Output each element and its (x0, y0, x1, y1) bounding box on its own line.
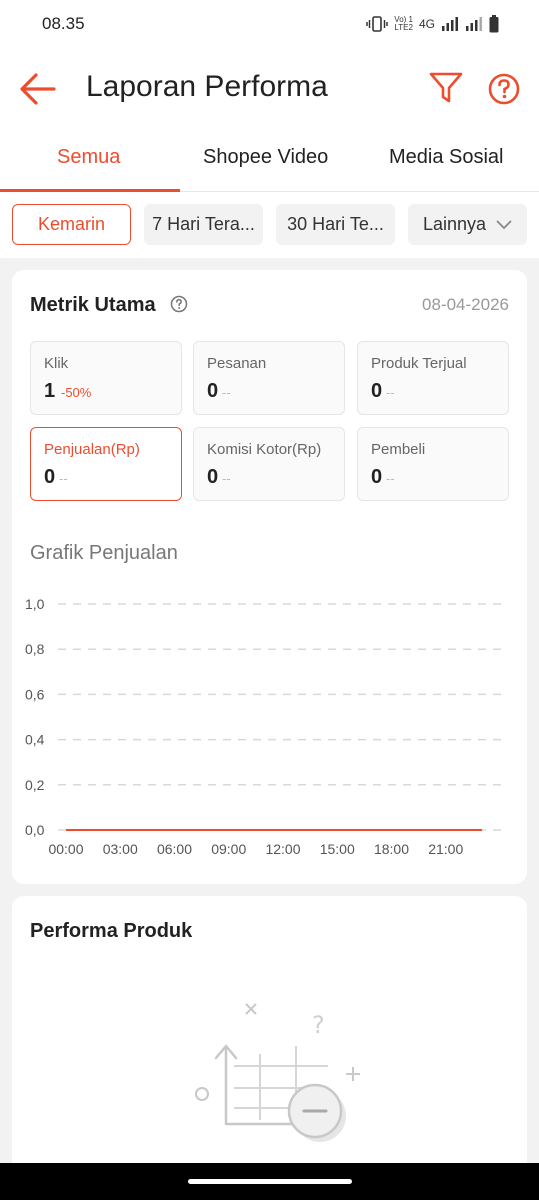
x-tick-label: 03:00 (103, 841, 138, 857)
home-indicator[interactable] (188, 1179, 352, 1184)
metric-komisi-kotor[interactable]: Komisi Kotor(Rp) 0 -- (193, 427, 345, 501)
page-title: Laporan Performa (86, 70, 328, 103)
filter-button[interactable] (428, 70, 464, 106)
metric-value: 0 (207, 466, 219, 488)
x-tick-label: 00:00 (48, 841, 83, 857)
chevron-down-icon (496, 220, 512, 229)
period-7-days-chip[interactable]: 7 Hari Tera... (144, 204, 263, 245)
product-performance-card: Performa Produk ? (12, 896, 527, 1200)
y-tick-label: 0,4 (25, 732, 45, 748)
metric-pembeli[interactable]: Pembeli 0 -- (357, 427, 509, 501)
metric-penjualan[interactable]: Penjualan(Rp) 0 -- (30, 427, 182, 501)
period-lainnya-label: Lainnya (422, 214, 487, 234)
app-header: Laporan Performa (0, 50, 539, 128)
period-30-days-chip[interactable]: 30 Hari Te... (276, 204, 395, 245)
battery-icon (489, 15, 499, 33)
arrow-left-icon (20, 73, 56, 105)
metric-value: 0 (44, 466, 56, 488)
metric-value: 0 (371, 466, 383, 488)
y-tick-label: 0,2 (25, 777, 45, 793)
metric-label: Pembeli (371, 441, 426, 458)
tab-bar: Semua Shopee Video Media Sosial (0, 128, 539, 192)
metric-produk-terjual[interactable]: Produk Terjual 0 -- (357, 341, 509, 415)
metric-value: 0 (207, 380, 219, 402)
info-button[interactable] (170, 295, 188, 313)
filter-icon (429, 72, 463, 103)
y-tick-label: 0,0 (25, 822, 45, 838)
period-selector: Kemarin 7 Hari Tera... 30 Hari Te... Lai… (0, 192, 539, 258)
metric-change: -50% (61, 385, 92, 400)
tab-semua[interactable]: Semua (57, 146, 120, 169)
x-tick-label: 12:00 (265, 841, 300, 857)
period-kemarin-chip[interactable]: Kemarin (12, 204, 131, 245)
x-tick-label: 06:00 (157, 841, 192, 857)
metric-pesanan[interactable]: Pesanan 0 -- (193, 341, 345, 415)
system-navigation-bar (0, 1163, 539, 1200)
network-label: Vo) 1 LTE2 (394, 15, 413, 32)
back-button[interactable] (18, 70, 58, 108)
tab-shopee-video[interactable]: Shopee Video (203, 146, 328, 169)
metric-change: -- (222, 385, 231, 400)
status-time: 08.35 (42, 14, 85, 33)
y-tick-label: 0,6 (25, 686, 45, 702)
help-button[interactable] (486, 71, 522, 107)
metric-klik[interactable]: Klik 1 -50% (30, 341, 182, 415)
metric-value: 1 (44, 380, 56, 402)
x-tick-label: 18:00 (374, 841, 409, 857)
help-circle-icon (488, 73, 520, 105)
x-tick-label: 21:00 (428, 841, 463, 857)
x-tick-label: 09:00 (211, 841, 246, 857)
sales-chart: 0,0 0,2 0,4 0,6 0,8 1,0 00:00 03:00 06:00 09:00 12… (25, 596, 508, 857)
question-circle-icon (170, 295, 188, 313)
metrics-title: Metrik Utama (30, 294, 156, 316)
signal-icon (466, 17, 482, 31)
x-tick-label: 15:00 (320, 841, 355, 857)
metric-change: -- (386, 385, 395, 400)
metric-label: Produk Terjual (371, 355, 467, 372)
signal-icon (442, 17, 458, 31)
chart-title: Grafik Penjualan (30, 542, 178, 564)
metric-change: -- (59, 471, 68, 486)
metric-label: Klik (44, 355, 69, 372)
metric-label: Penjualan(Rp) (44, 441, 140, 458)
y-tick-label: 0,8 (25, 641, 45, 657)
y-tick-label: 1,0 (25, 596, 45, 612)
metric-change: -- (386, 471, 395, 486)
metrics-date: 08-04-2026 (422, 295, 509, 314)
metric-change: -- (222, 471, 231, 486)
network-type: 4G (418, 17, 435, 31)
tab-media-sosial[interactable]: Media Sosial (389, 146, 504, 169)
status-icons: Vo) 1 LTE2 4G (366, 14, 499, 34)
status-bar: 08.35 Vo) 1 LTE2 4G (0, 0, 539, 50)
metrics-card: Metrik Utama 08-04-2026 Klik 1 -50% Pesa… (12, 270, 527, 884)
svg-text:?: ? (312, 1011, 325, 1039)
vibrate-icon (366, 16, 389, 32)
metric-value: 0 (371, 380, 383, 402)
period-lainnya-dropdown[interactable]: Lainnya (408, 204, 527, 245)
metric-label: Pesanan (207, 355, 267, 372)
empty-chart-icon: ? (195, 1003, 360, 1142)
metric-label: Komisi Kotor(Rp) (207, 441, 322, 458)
product-performance-title: Performa Produk (30, 920, 193, 942)
